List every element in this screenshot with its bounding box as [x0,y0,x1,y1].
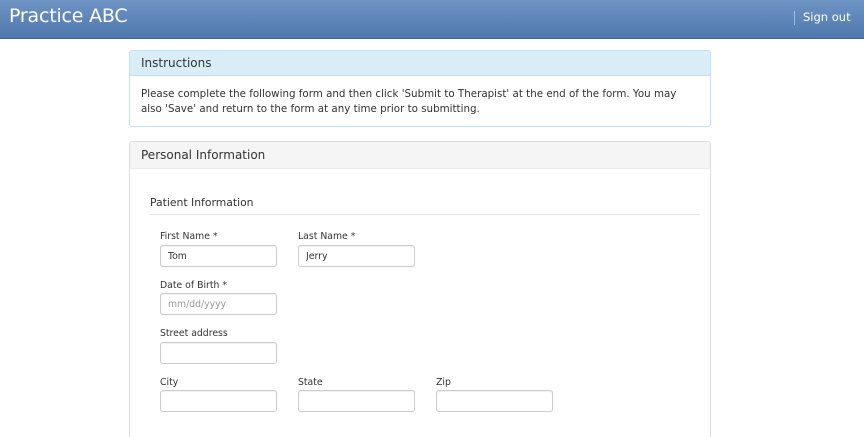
top-navbar: Practice ABC Sign out [0,0,864,39]
navbar-divider [794,11,795,25]
personal-information-heading: Personal Information [130,142,710,169]
instructions-panel: Instructions Please complete the followi… [129,50,711,127]
first-name-field[interactable] [160,245,277,267]
section-divider [150,214,700,215]
date-of-birth-field[interactable] [160,293,277,315]
sign-out-link[interactable]: Sign out [803,10,851,24]
city-label: City [160,377,179,388]
zip-field[interactable] [436,390,553,412]
last-name-label: Last Name * [298,231,356,242]
state-label: State [298,377,323,388]
instructions-heading: Instructions [130,51,710,76]
zip-label: Zip [436,377,451,388]
last-name-field[interactable] [298,245,415,267]
personal-information-panel: Personal Information Patient Information… [129,141,711,437]
street-address-field[interactable] [160,342,277,364]
state-field[interactable] [298,390,415,412]
street-address-label: Street address [160,328,228,339]
city-field[interactable] [160,390,277,412]
patient-information-title: Patient Information [150,196,254,209]
instructions-text: Please complete the following form and t… [141,88,677,115]
brand-title[interactable]: Practice ABC [9,5,128,27]
first-name-label: First Name * [160,231,218,242]
date-of-birth-label: Date of Birth * [160,280,228,291]
